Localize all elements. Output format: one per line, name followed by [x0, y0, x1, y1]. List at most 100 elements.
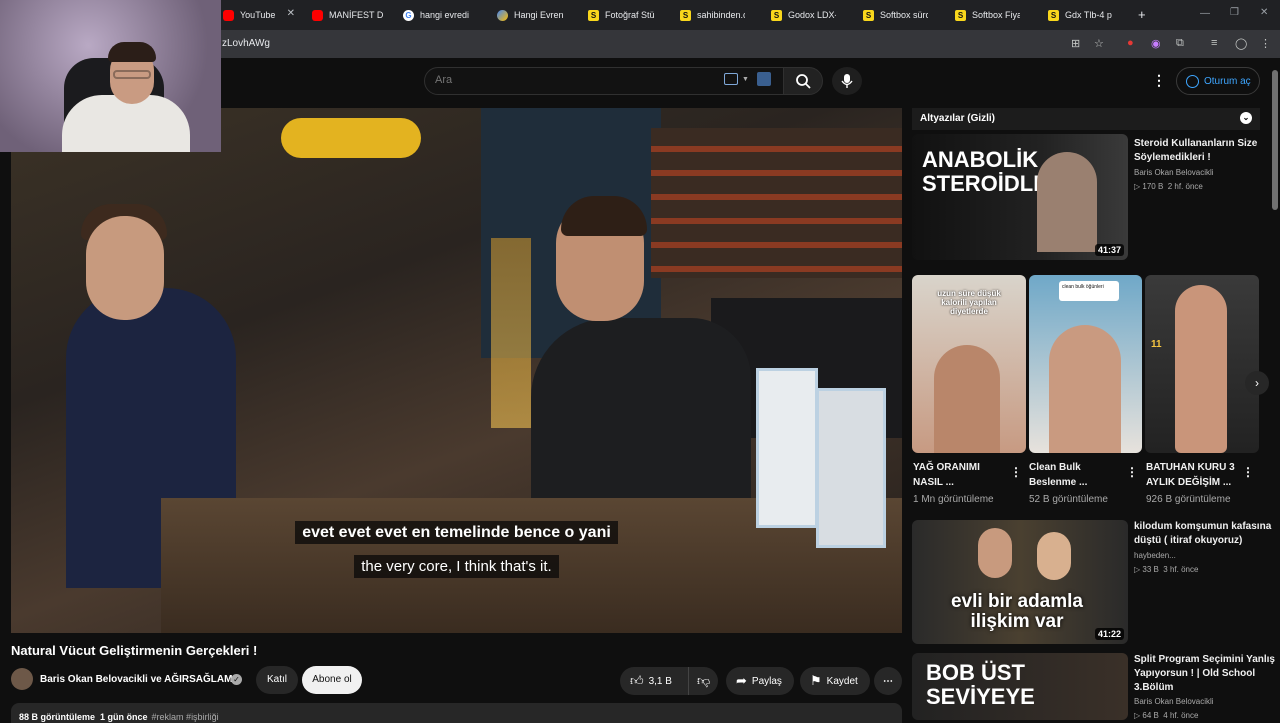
related-channel[interactable]: haybeden... — [1134, 551, 1176, 560]
thumbnail-person — [1037, 152, 1097, 252]
site-favicon-icon — [497, 9, 508, 21]
related-video-title[interactable]: Steroid Kullananların Size Söylemedikleri… — [1134, 137, 1257, 165]
thumbnail-person — [978, 528, 1012, 578]
short-more-icon[interactable]: ⋮ — [1242, 465, 1254, 479]
tab-label: sahibinden.c — [697, 10, 745, 20]
scene-sign — [756, 368, 818, 528]
new-tab-button[interactable]: + — [1138, 7, 1146, 22]
title-line: Steroid Kullananların Size — [1134, 138, 1258, 149]
thumbnail-person — [1049, 325, 1121, 453]
close-tab-icon[interactable]: ✕ — [287, 8, 295, 19]
duration-badge: 41:37 — [1094, 244, 1124, 256]
youtube-favicon-icon — [223, 9, 234, 21]
browser-tab-manifest[interactable]: MANİFEST D — [312, 4, 392, 26]
browser-tab-softbox[interactable]: S Softbox sürc — [863, 4, 928, 26]
chevron-right-icon[interactable]: › — [1245, 371, 1269, 395]
browser-tab-sahibinden[interactable]: Ssahibinden.c — [680, 4, 745, 26]
install-icon[interactable]: ⊞ — [1071, 37, 1080, 50]
avatar[interactable] — [11, 668, 33, 690]
like-button[interactable]: 👍︎ 3,1 B — [620, 667, 688, 695]
scene-head — [86, 216, 164, 320]
profile-icon[interactable]: ◯ — [1235, 37, 1247, 50]
chevron-down-icon[interactable]: ⌄ — [1240, 112, 1252, 124]
save-button[interactable]: ⚑ Kaydet — [800, 667, 870, 695]
thumbnail-person — [1037, 532, 1071, 580]
bookmark-icon: ⚑ — [810, 673, 822, 688]
short-thumbnail[interactable]: uzun süre düşük kalorili yapılan diyetle… — [912, 275, 1026, 453]
scrollbar[interactable] — [1272, 62, 1278, 720]
related-views: ▷ 33 B — [1134, 565, 1159, 574]
related-views: ▷ 64 B — [1134, 711, 1159, 720]
short-overlay-text: uzun süre düşük kalorili yapılan diyetle… — [937, 289, 1001, 316]
tab-label: Softbox sürc — [880, 10, 928, 20]
title-line: düştü ( itiraf okuyoruz) — [1134, 535, 1243, 546]
title-line: AYLIK DEĞİŞİM ... — [1146, 477, 1232, 488]
tab-label: Softbox Fiya — [972, 10, 1020, 20]
dislike-button[interactable]: 👎︎ — [688, 667, 718, 695]
join-button[interactable]: Katıl — [256, 666, 298, 694]
subscribe-button[interactable]: Abone ol — [302, 666, 362, 694]
url-text[interactable]: zLovhAWg — [222, 38, 270, 49]
short-title[interactable]: Clean Bulk Beslenme ... — [1029, 460, 1125, 490]
translate-icon[interactable] — [757, 72, 771, 86]
scene-hair — [561, 196, 647, 236]
short-thumbnail[interactable]: clean bulk öğünleri — [1029, 275, 1142, 453]
browser-tab-youtube[interactable]: YouTube ✕ — [223, 4, 295, 26]
s-favicon-icon: S — [680, 9, 691, 21]
captions-panel-header[interactable]: Altyazılar (Gizli) ⌄ — [912, 108, 1260, 130]
s-favicon-icon: S — [863, 9, 874, 21]
related-age: 2 hf. önce — [1167, 182, 1203, 191]
video-thumbnail[interactable]: evli bir adamla ilişkim var 41:22 — [912, 520, 1128, 644]
browser-tab-softbox-fiyat[interactable]: S Softbox Fiya — [955, 4, 1020, 26]
short-title[interactable]: BATUHAN KURU 3 AYLIK DEĞİŞİM ... — [1146, 460, 1242, 490]
description-box[interactable]: 88 B görüntüleme 1 gün önce #reklam #işbi… — [11, 703, 902, 723]
share-button[interactable]: ➦ Paylaş — [726, 667, 794, 695]
related-video-title[interactable]: Split Program Seçimini Yanlış Yapıyorsun … — [1134, 653, 1275, 695]
thumbnail-text: ANABOLİK STEROİDLER — [922, 147, 1064, 196]
browser-tab-gdx[interactable]: S Gdx Tlb-4 p — [1048, 4, 1113, 26]
like-count: 3,1 B — [648, 675, 672, 687]
chevron-down-icon[interactable]: ▼ — [742, 76, 749, 83]
hashtags[interactable]: #reklam #işbirliği — [152, 712, 219, 722]
browser-tab-hangi-evren[interactable]: Hangi Evren — [497, 4, 567, 26]
close-window-icon[interactable]: ✕ — [1260, 7, 1268, 18]
short-more-icon[interactable]: ⋮ — [1010, 465, 1022, 479]
sign-in-button[interactable]: Oturum aç — [1176, 67, 1260, 95]
scrollbar-thumb[interactable] — [1272, 70, 1278, 210]
video-thumbnail[interactable]: ANABOLİK STEROİDLER 41:37 — [912, 134, 1128, 260]
minimize-icon[interactable]: — — [1200, 8, 1210, 19]
related-channel[interactable]: Baris Okan Belovacikli — [1134, 697, 1214, 706]
video-thumbnail[interactable]: BOB ÜST SEVİYEYE — [912, 653, 1128, 720]
title-line: kilodum komşumun kafasına — [1134, 521, 1272, 532]
chrome-menu-icon[interactable]: ⋮ — [1260, 37, 1271, 50]
browser-tab-godox[interactable]: S Godox LDX- — [771, 4, 836, 26]
related-channel[interactable]: Baris Okan Belovacikli — [1134, 168, 1214, 177]
short-overlay-text: clean bulk öğünleri — [1059, 281, 1119, 301]
video-player[interactable]: evet evet evet en temelinde bence o yani… — [11, 108, 902, 633]
search-input[interactable] — [435, 74, 715, 86]
settings-menu-icon[interactable]: ⋮ — [1152, 72, 1166, 89]
voice-search-button[interactable] — [832, 67, 862, 95]
related-video-title[interactable]: kilodum komşumun kafasına düştü ( itiraf … — [1134, 520, 1271, 548]
channel-name[interactable]: Baris Okan Belovacikli ve AĞIRSAĞLAM — [40, 674, 232, 685]
media-controls-icon[interactable]: ≡ — [1211, 37, 1217, 49]
tab-label: Gdx Tlb-4 p — [1065, 10, 1112, 20]
maximize-icon[interactable]: ❐ — [1230, 7, 1239, 18]
extensions-puzzle-icon[interactable]: ⧉ — [1176, 37, 1184, 50]
extension-icon[interactable]: ◉ — [1151, 37, 1161, 50]
related-age: 4 hf. önce — [1163, 711, 1199, 720]
extension-badge-icon[interactable]: ● — [1127, 37, 1134, 49]
keyboard-icon[interactable] — [724, 73, 738, 85]
browser-tab-fotograf[interactable]: S Fotoğraf Stü — [588, 4, 663, 26]
more-actions-icon[interactable]: ⋯ — [874, 667, 902, 695]
bookmark-star-icon[interactable]: ☆ — [1094, 37, 1104, 50]
search-button[interactable] — [783, 67, 823, 95]
short-views: 52 B görüntüleme — [1029, 494, 1108, 505]
browser-tab-google[interactable]: Ghangi evredi — [403, 4, 473, 26]
video-title: Natural Vücut Geliştirmenin Gerçekleri ! — [11, 643, 258, 658]
short-title[interactable]: YAĞ ORANIMI NASIL ... — [913, 460, 1009, 490]
scene-gym-machine — [281, 118, 421, 158]
caption-text: the very core, I think that's it. — [354, 555, 559, 578]
short-thumbnail[interactable]: 11 — [1145, 275, 1259, 453]
short-more-icon[interactable]: ⋮ — [1126, 465, 1138, 479]
